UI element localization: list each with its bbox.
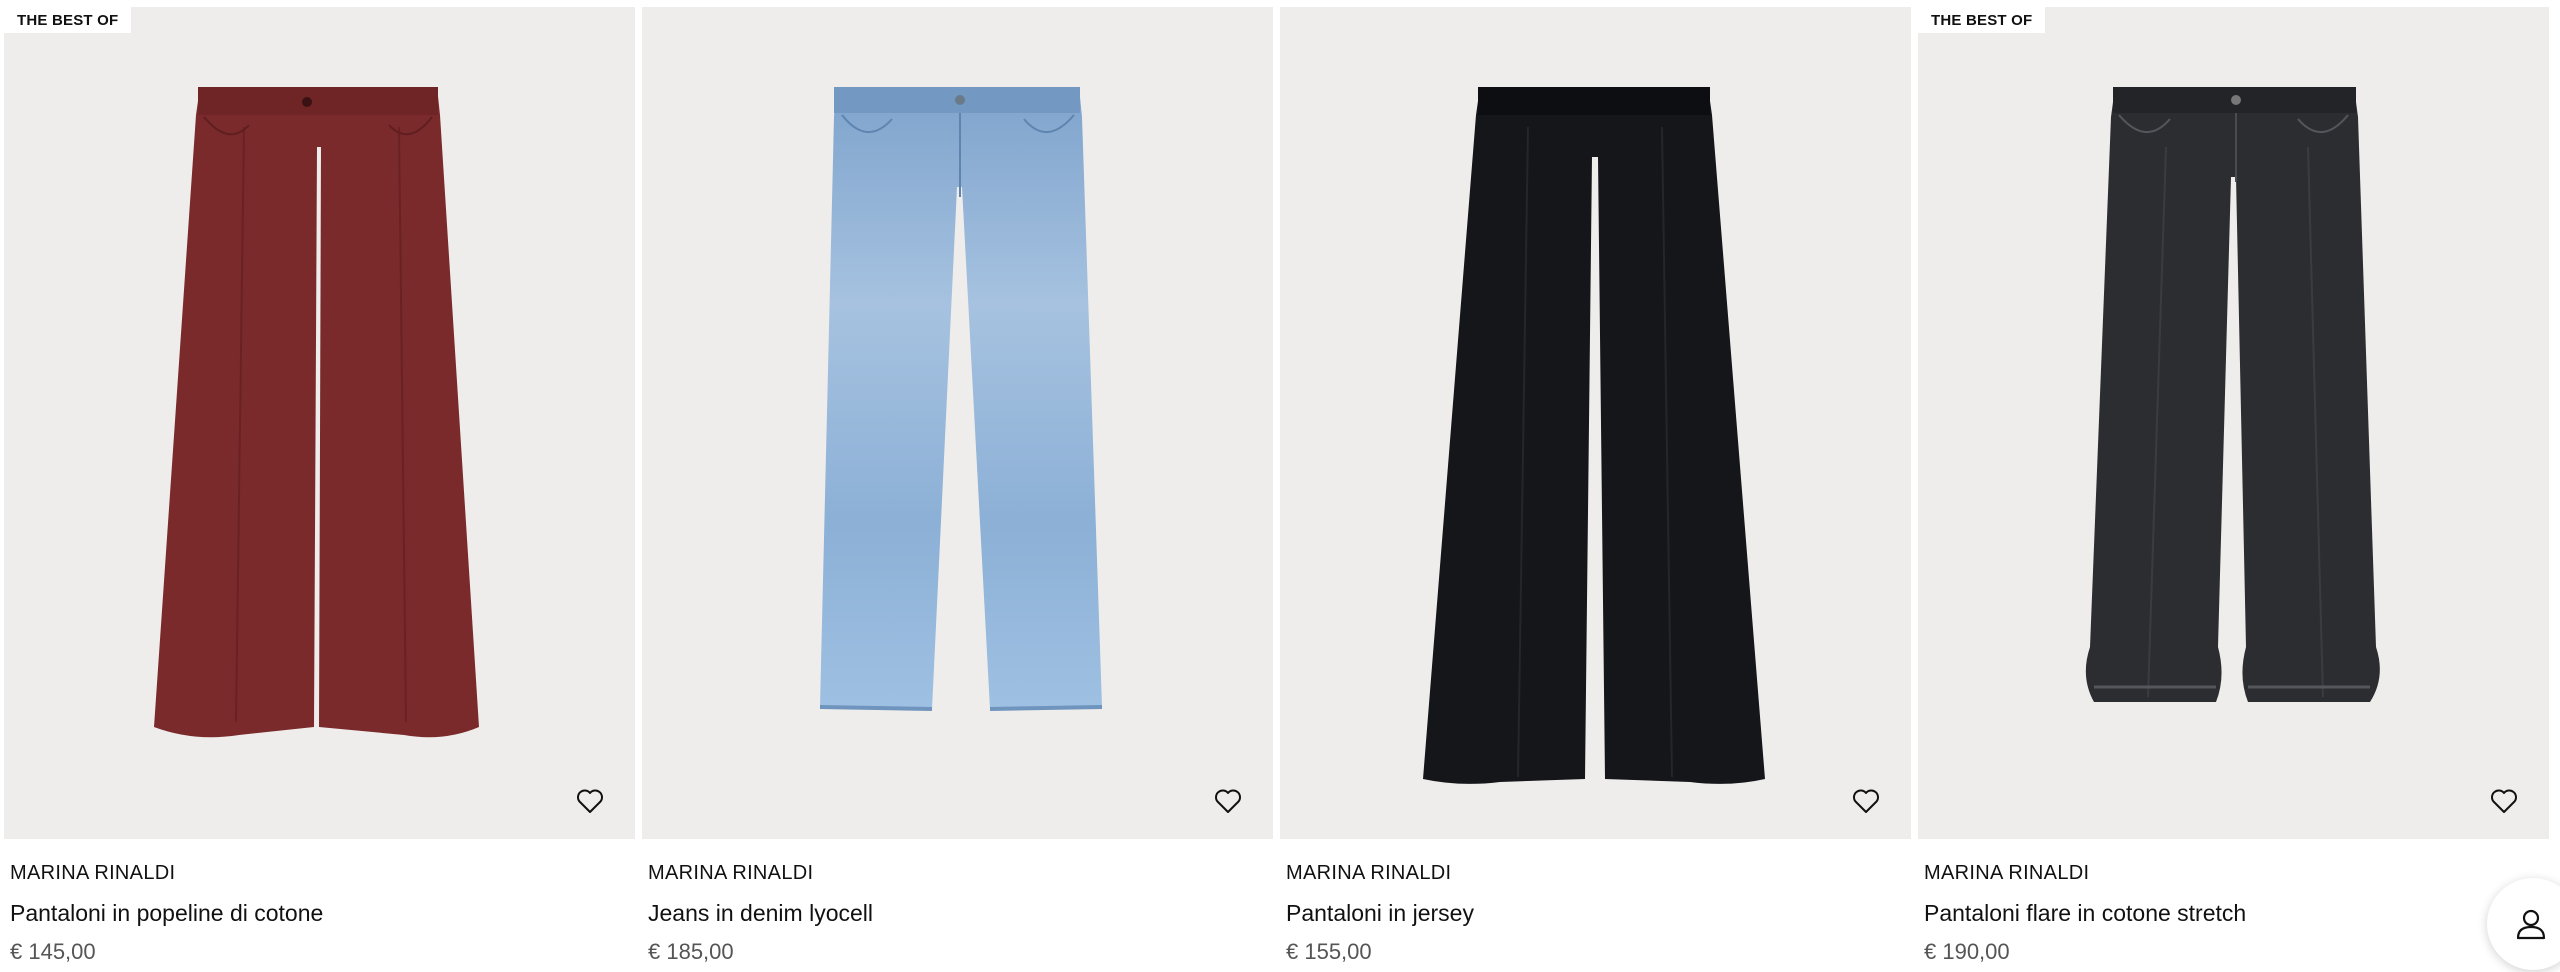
product-image[interactable] [1918,7,2549,839]
product-brand: MARINA RINALDI [10,862,176,884]
product-brand: MARINA RINALDI [648,862,814,884]
product-brand: MARINA RINALDI [1924,862,2090,884]
product-image[interactable] [1280,7,1911,839]
product-name[interactable]: Jeans in denim lyocell [648,899,1273,927]
product-name[interactable]: Pantaloni in popeline di cotone [10,899,635,927]
product-image-area[interactable]: THE BEST OF [4,7,635,839]
product-price: € 190,00 [1924,939,2010,964]
heart-icon [577,789,603,813]
product-image[interactable] [4,7,635,839]
product-brand: MARINA RINALDI [1286,862,1452,884]
product-image-area[interactable] [642,7,1273,839]
best-of-badge: THE BEST OF [1918,7,2046,33]
product-grid: THE BEST OF MARINA RINALDI Pantaloni in … [0,0,2560,972]
product-price: € 185,00 [648,939,734,964]
product-price: € 155,00 [1286,939,1372,964]
wishlist-button[interactable] [2487,784,2521,818]
wishlist-button[interactable] [1211,784,1245,818]
product-name[interactable]: Pantaloni flare in cotone stretch [1924,899,2549,927]
heart-icon [1853,789,1879,813]
product-card[interactable]: THE BEST OF MARINA RINALDI Pantaloni fla… [1918,7,2549,972]
product-name[interactable]: Pantaloni in jersey [1286,899,1911,927]
user-icon [2516,909,2546,940]
product-image-area[interactable] [1280,7,1911,839]
heart-icon [2491,789,2517,813]
product-card[interactable]: THE BEST OF MARINA RINALDI Pantaloni in … [4,7,635,972]
product-card[interactable]: MARINA RINALDI Pantaloni in jersey € 155… [1280,7,1911,972]
best-of-badge: THE BEST OF [4,7,132,33]
product-image[interactable] [642,7,1273,839]
wishlist-button[interactable] [1849,784,1883,818]
product-price: € 145,00 [10,939,96,964]
product-image-area[interactable]: THE BEST OF [1918,7,2549,839]
wishlist-button[interactable] [573,784,607,818]
heart-icon [1215,789,1241,813]
product-card[interactable]: MARINA RINALDI Jeans in denim lyocell € … [642,7,1273,972]
